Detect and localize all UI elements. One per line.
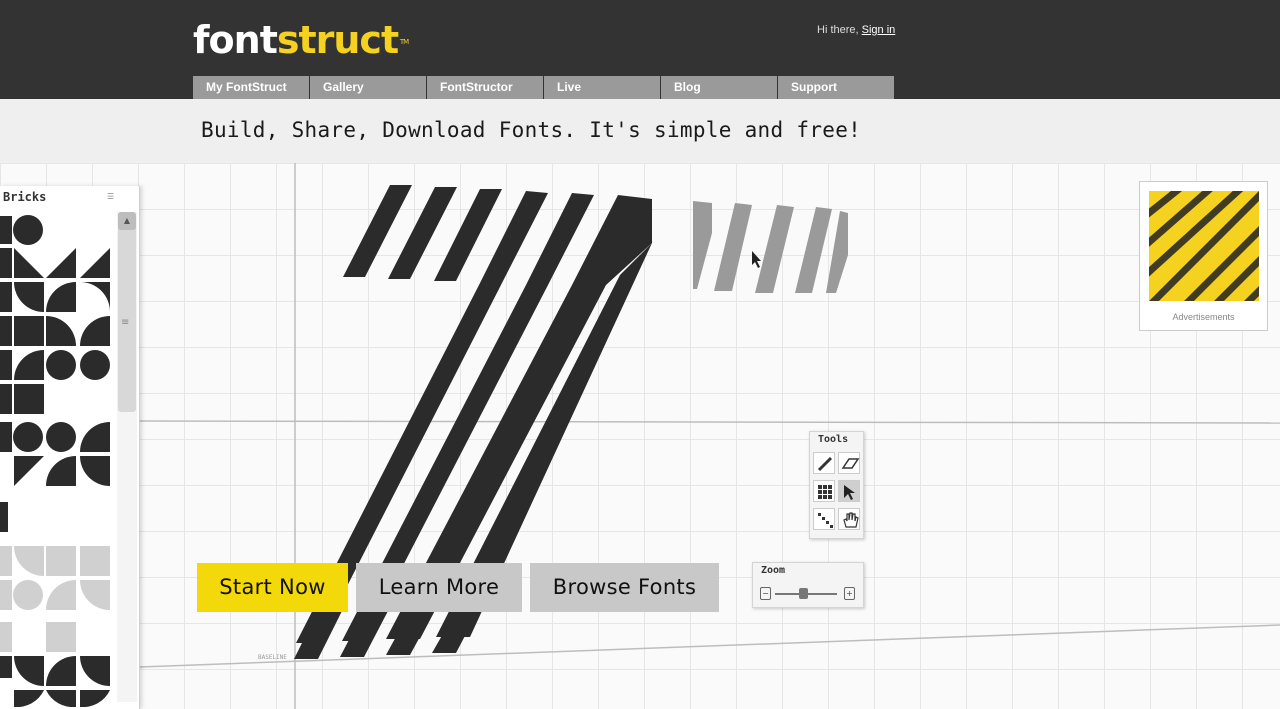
tagline: Build, Share, Download Fonts. It's simpl… — [201, 118, 862, 142]
advert-box[interactable]: Advertisements — [1139, 181, 1268, 331]
logo-part-font: font — [193, 18, 278, 62]
bricks-scrollbar[interactable]: ▲ ≡ — [117, 212, 137, 702]
pencil-icon[interactable] — [813, 452, 835, 474]
fontstruct-logo[interactable]: fontstruct TM — [193, 18, 409, 62]
tagline-band: Build, Share, Download Fonts. It's simpl… — [0, 99, 1280, 163]
logo-part-struct: struct — [276, 18, 399, 62]
tools-panel: Tools — [809, 431, 864, 539]
nav-tab-live[interactable]: Live — [544, 76, 660, 99]
scroll-up-icon[interactable]: ▲ — [118, 212, 136, 230]
learn-more-button[interactable]: Learn More — [356, 563, 522, 612]
grid-fill-icon[interactable] — [813, 480, 835, 502]
browse-fonts-button[interactable]: Browse Fonts — [530, 563, 719, 612]
bricks-panel-title: Bricks — [3, 190, 47, 204]
panel-menu-icon[interactable]: ☰ — [107, 192, 117, 201]
logo-trademark: TM — [399, 38, 409, 46]
hand-pan-icon[interactable] — [838, 508, 860, 530]
nav-tab-gallery[interactable]: Gallery — [310, 76, 426, 99]
glyph-seven-illustration: BASELINE — [139, 163, 1280, 709]
start-now-button[interactable]: Start Now — [197, 563, 348, 612]
advert-image[interactable] — [1149, 191, 1259, 301]
select-arrow-icon[interactable] — [838, 480, 860, 502]
nav-tab-my-fontstruct[interactable]: My FontStruct — [193, 76, 309, 99]
site-header: fontstruct TM Hi there, Sign in My FontSt… — [0, 0, 1280, 99]
sign-in-link[interactable]: Sign in — [862, 24, 896, 36]
tools-panel-title: Tools — [818, 434, 849, 445]
greeting-text: Hi there, — [817, 24, 859, 36]
nav-tab-fontstructor[interactable]: FontStructor — [427, 76, 543, 99]
line-tool-icon[interactable] — [813, 508, 835, 530]
advertise-here-graphic — [1149, 191, 1259, 301]
brick-palette — [0, 215, 110, 707]
nav-tab-support[interactable]: Support — [778, 76, 894, 99]
zoom-out-icon[interactable]: − — [760, 587, 771, 600]
main-nav: My FontStruct Gallery FontStructor Live … — [193, 76, 894, 99]
bricks-panel: Bricks ☰ ▲ ≡ — [0, 186, 140, 709]
zoom-panel-title: Zoom — [761, 565, 786, 576]
nav-tab-blog[interactable]: Blog — [661, 76, 777, 99]
eraser-icon[interactable] — [838, 452, 860, 474]
greeting: Hi there, Sign in — [817, 24, 895, 36]
zoom-slider-knob[interactable] — [799, 588, 808, 599]
advert-label: Advertisements — [1172, 312, 1235, 322]
scroll-grip-icon: ≡ — [121, 317, 130, 328]
cursor-arrow-icon — [752, 251, 761, 268]
scrollbar-thumb[interactable] — [118, 212, 136, 412]
editor-canvas-illustration: BASELINE — [0, 163, 1280, 709]
baseline-mark: BASELINE — [258, 654, 287, 661]
zoom-panel: Zoom − + — [752, 562, 864, 608]
ghost-stripes — [693, 201, 848, 293]
zoom-in-icon[interactable]: + — [844, 587, 855, 600]
